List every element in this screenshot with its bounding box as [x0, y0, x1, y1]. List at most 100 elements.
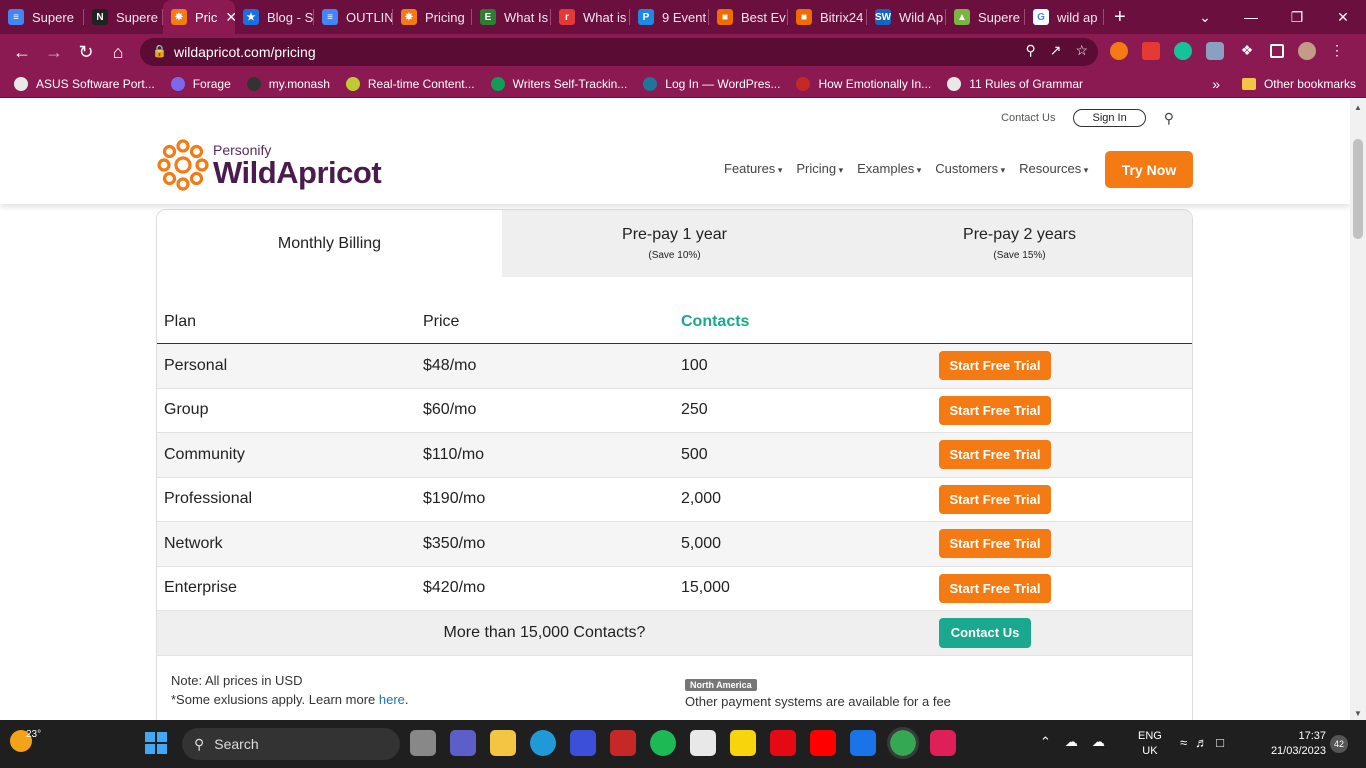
- task-view-icon[interactable]: [410, 730, 436, 756]
- nav-features[interactable]: Features: [724, 161, 782, 176]
- chrome-icon[interactable]: [887, 727, 919, 759]
- browser-tab[interactable]: P 9 Event: [630, 0, 709, 34]
- scroll-down-icon[interactable]: ▼: [1354, 709, 1362, 718]
- status-icons[interactable]: ≈ ♬ □: [1180, 735, 1224, 750]
- puzzle-icon[interactable]: ❖: [1238, 42, 1256, 60]
- start-button[interactable]: [145, 732, 167, 754]
- browser-tab[interactable]: ✵ Pricing: [393, 0, 472, 34]
- sign-in-button[interactable]: Sign In: [1073, 109, 1146, 127]
- bookmark-item[interactable]: Log In — WordPres...: [643, 76, 780, 91]
- browser-tab[interactable]: E What Is: [472, 0, 551, 34]
- nav-customers[interactable]: Customers: [935, 161, 1005, 176]
- back-button[interactable]: ←: [6, 42, 38, 63]
- more-bookmarks-button[interactable]: »: [1212, 76, 1220, 92]
- tab-strip: ≡ Supere N Supere ✵ Pric ✕ ★ Blog - S ≡ OUTLIN ✵ Pri…: [0, 0, 1366, 34]
- bookmark-item[interactable]: Real-time Content...: [345, 76, 475, 91]
- bookmark-star-icon[interactable]: ☆: [1075, 42, 1088, 59]
- browser-tab[interactable]: r What is: [551, 0, 630, 34]
- wildapricot-logo[interactable]: Personify WildApricot: [155, 137, 382, 193]
- spotify-icon[interactable]: [650, 730, 676, 756]
- bookmark-item[interactable]: 11 Rules of Grammar: [947, 76, 1083, 91]
- browser-tab[interactable]: ■ Best Ev: [709, 0, 788, 34]
- nav-pricing[interactable]: Pricing: [796, 161, 843, 176]
- tab-search-icon[interactable]: ⌄: [1182, 9, 1228, 26]
- chevron-up-icon[interactable]: ⌃: [1040, 734, 1051, 750]
- teams-icon[interactable]: [450, 730, 476, 756]
- contact-us-link[interactable]: Contact Us: [1001, 112, 1055, 124]
- netflix-icon[interactable]: [770, 730, 796, 756]
- shield-icon[interactable]: [1206, 42, 1224, 60]
- browser-tab[interactable]: ≡ Supere: [0, 0, 84, 34]
- mcafee-icon[interactable]: [610, 730, 636, 756]
- nav-resources[interactable]: Resources: [1019, 161, 1088, 176]
- onedrive-icon[interactable]: ☁: [1092, 734, 1105, 750]
- start-free-trial-button[interactable]: Start Free Trial: [939, 351, 1051, 381]
- new-tab-button[interactable]: +: [1114, 6, 1126, 29]
- other-bookmarks[interactable]: Other bookmarks: [1241, 76, 1356, 91]
- side-panel-icon[interactable]: [1270, 44, 1284, 58]
- page-scrollbar[interactable]: ▲ ▼: [1350, 99, 1366, 720]
- browser-tab[interactable]: ≡ OUTLIN: [314, 0, 393, 34]
- search-icon[interactable]: ⚲: [1164, 110, 1174, 127]
- menu-icon[interactable]: ⋮: [1330, 42, 1348, 60]
- app-icon[interactable]: [850, 730, 876, 756]
- tab-prepay-1-year[interactable]: Pre-pay 1 year (Save 10%): [502, 210, 847, 277]
- weather-widget[interactable]: 23°: [10, 729, 41, 752]
- tab-prepay-2-years[interactable]: Pre-pay 2 years (Save 15%): [847, 210, 1192, 277]
- store-icon[interactable]: [690, 730, 716, 756]
- bookmark-favicon-icon: [643, 76, 658, 91]
- start-free-trial-button[interactable]: Start Free Trial: [939, 484, 1051, 514]
- extension-icon[interactable]: [1142, 42, 1160, 60]
- slack-icon[interactable]: [930, 730, 956, 756]
- close-tab-icon[interactable]: ✕: [225, 9, 235, 26]
- scrollbar-thumb[interactable]: [1353, 139, 1363, 239]
- start-free-trial-button[interactable]: Start Free Trial: [939, 529, 1051, 559]
- home-button[interactable]: ⌂: [102, 42, 134, 63]
- taskbar-search[interactable]: ⚲ Search: [182, 728, 400, 760]
- start-free-trial-button[interactable]: Start Free Trial: [939, 395, 1051, 425]
- lock-icon[interactable]: 🔒: [152, 44, 167, 58]
- avatar[interactable]: [1298, 42, 1316, 60]
- scroll-up-icon[interactable]: ▲: [1354, 103, 1362, 112]
- browser-tab[interactable]: ▲ Supere: [946, 0, 1025, 34]
- bookmark-item[interactable]: Forage: [170, 76, 231, 91]
- nav-examples[interactable]: Examples: [857, 161, 921, 176]
- close-window-button[interactable]: ✕: [1320, 9, 1366, 26]
- bookmark-item[interactable]: How Emotionally In...: [796, 76, 931, 91]
- clock[interactable]: 17:37 21/03/2023: [1256, 729, 1326, 759]
- contact-us-button[interactable]: Contact Us: [939, 618, 1031, 648]
- youtube-icon[interactable]: [810, 730, 836, 756]
- sticky-notes-icon[interactable]: [730, 730, 756, 756]
- grammarly-icon[interactable]: [1174, 42, 1192, 60]
- browser-tab[interactable]: ■ Bitrix24: [788, 0, 867, 34]
- bookmark-item[interactable]: my.monash: [246, 76, 330, 91]
- other-bookmarks-label: Other bookmarks: [1263, 76, 1356, 91]
- language-indicator[interactable]: ENG UK: [1138, 729, 1162, 759]
- tab-monthly-billing[interactable]: Monthly Billing: [157, 210, 502, 277]
- share-icon[interactable]: ↗: [1050, 42, 1062, 59]
- browser-tab[interactable]: N Supere: [84, 0, 163, 34]
- bookmark-item[interactable]: ASUS Software Port...: [14, 76, 155, 91]
- notification-badge[interactable]: 42: [1330, 735, 1348, 753]
- bookmark-item[interactable]: Writers Self-Trackin...: [490, 76, 627, 91]
- edge-icon[interactable]: [530, 730, 556, 756]
- browser-tab[interactable]: Gwild ap: [1025, 0, 1104, 34]
- minimize-button[interactable]: —: [1228, 9, 1274, 25]
- extension-icon[interactable]: [1110, 42, 1128, 60]
- start-free-trial-button[interactable]: Start Free Trial: [939, 440, 1051, 470]
- restore-button[interactable]: ❐: [1274, 9, 1320, 26]
- address-bar[interactable]: 🔒 wildapricot.com/pricing ⚲ ↗ ☆: [140, 38, 1098, 66]
- browser-tab[interactable]: SW Wild Ap: [867, 0, 946, 34]
- browser-tab[interactable]: ★ Blog - S: [235, 0, 314, 34]
- forward-button[interactable]: →: [38, 42, 70, 63]
- reload-button[interactable]: ↻: [70, 42, 102, 63]
- browser-tab[interactable]: ✵ Pric ✕: [163, 0, 235, 34]
- column-header-contacts[interactable]: Contacts: [674, 313, 932, 331]
- learn-more-link[interactable]: here: [379, 692, 405, 707]
- try-now-button[interactable]: Try Now: [1105, 151, 1193, 188]
- start-free-trial-button[interactable]: Start Free Trial: [939, 573, 1051, 603]
- zoom-icon[interactable]: ⚲: [1025, 42, 1035, 59]
- network-icon[interactable]: ☁: [1065, 734, 1078, 750]
- app-icon[interactable]: [570, 730, 596, 756]
- file-explorer-icon[interactable]: [490, 730, 516, 756]
